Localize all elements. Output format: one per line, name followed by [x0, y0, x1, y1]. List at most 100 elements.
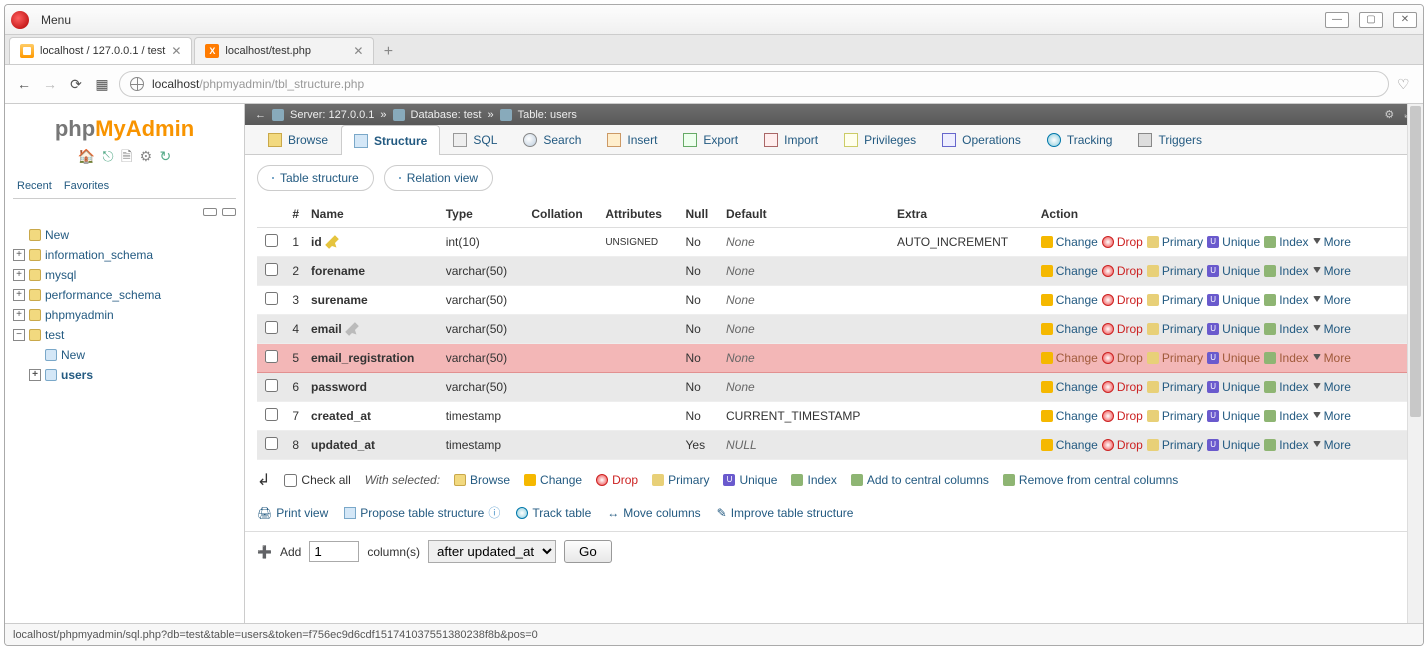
ws-unique[interactable]: UUnique	[723, 473, 777, 487]
ws-change[interactable]: Change	[524, 473, 582, 487]
action-primary[interactable]: Primary	[1147, 293, 1203, 307]
action-more[interactable]: More	[1313, 380, 1351, 394]
action-index[interactable]: Index	[1264, 264, 1308, 278]
tab-structure[interactable]: Structure	[341, 125, 440, 155]
action-primary[interactable]: Primary	[1147, 351, 1203, 365]
tab-operations[interactable]: Operations	[929, 125, 1034, 154]
action-drop[interactable]: Drop	[1102, 293, 1143, 307]
tree-new[interactable]: New	[13, 225, 236, 245]
logout-icon[interactable]: ⎋	[103, 148, 114, 164]
propose-structure[interactable]: Propose table structure ⓘ	[344, 504, 500, 521]
reload-icon[interactable]: ↻	[159, 148, 171, 164]
tab-export[interactable]: Export	[670, 125, 751, 154]
action-change[interactable]: Change	[1041, 322, 1098, 336]
action-more[interactable]: More	[1313, 409, 1351, 423]
action-unique[interactable]: UUnique	[1207, 264, 1260, 278]
row-checkbox[interactable]	[265, 263, 278, 276]
track-table[interactable]: Track table	[516, 504, 591, 521]
bc-database[interactable]: Database: test	[411, 109, 482, 121]
gear-icon[interactable]: ⚙	[1384, 108, 1394, 121]
action-change[interactable]: Change	[1041, 293, 1098, 307]
action-drop[interactable]: Drop	[1102, 264, 1143, 278]
action-drop[interactable]: Drop	[1102, 351, 1143, 365]
back-button[interactable]: ←	[15, 75, 33, 93]
improve-structure[interactable]: ✎ Improve table structure	[717, 504, 854, 521]
link-icon[interactable]	[222, 208, 236, 216]
ws-remove-central[interactable]: Remove from central columns	[1003, 473, 1178, 487]
tab-triggers[interactable]: Triggers	[1125, 125, 1215, 154]
subtab-table-structure[interactable]: Table structure	[257, 165, 374, 191]
subtab-relation-view[interactable]: Relation view	[384, 165, 493, 191]
row-checkbox[interactable]	[265, 234, 278, 247]
action-change[interactable]: Change	[1041, 351, 1098, 365]
browser-tab[interactable]: X localhost/test.php ✕	[194, 37, 374, 64]
maximize-button[interactable]: ▢	[1359, 12, 1383, 28]
action-unique[interactable]: UUnique	[1207, 438, 1260, 452]
row-checkbox[interactable]	[265, 379, 278, 392]
action-unique[interactable]: UUnique	[1207, 409, 1260, 423]
tab-tracking[interactable]: Tracking	[1034, 125, 1126, 154]
tree-db[interactable]: +information_schema	[13, 245, 236, 265]
tree-db[interactable]: +mysql	[13, 265, 236, 285]
move-columns[interactable]: ↔ Move columns	[607, 504, 700, 521]
action-drop[interactable]: Drop	[1102, 409, 1143, 423]
tab-privileges[interactable]: Privileges	[831, 125, 929, 154]
action-more[interactable]: More	[1313, 235, 1351, 249]
settings-icon[interactable]: ⚙	[140, 148, 153, 164]
bc-table[interactable]: Table: users	[518, 109, 577, 121]
action-unique[interactable]: UUnique	[1207, 322, 1260, 336]
add-position-select[interactable]: after updated_at	[428, 540, 556, 563]
action-unique[interactable]: UUnique	[1207, 293, 1260, 307]
go-button[interactable]: Go	[564, 540, 612, 563]
tree-new-table[interactable]: New	[13, 345, 236, 365]
ws-index[interactable]: Index	[791, 473, 836, 487]
bc-server[interactable]: Server: 127.0.0.1	[290, 109, 374, 121]
action-change[interactable]: Change	[1041, 438, 1098, 452]
forward-button[interactable]: →	[41, 75, 59, 93]
bookmark-icon[interactable]: ♡	[1397, 76, 1413, 92]
browser-tab-active[interactable]: localhost / 127.0.0.1 / test ✕	[9, 37, 192, 64]
ws-primary[interactable]: Primary	[652, 473, 709, 487]
action-index[interactable]: Index	[1264, 235, 1308, 249]
reload-button[interactable]: ⟳	[67, 75, 85, 93]
action-more[interactable]: More	[1313, 322, 1351, 336]
action-unique[interactable]: UUnique	[1207, 351, 1260, 365]
action-more[interactable]: More	[1313, 351, 1351, 365]
tab-favorites[interactable]: Favorites	[60, 178, 113, 194]
add-count-input[interactable]	[309, 541, 359, 562]
row-checkbox[interactable]	[265, 408, 278, 421]
tree-db[interactable]: +phpmyadmin	[13, 305, 236, 325]
sql-icon[interactable]: 🗎	[121, 148, 132, 164]
row-checkbox[interactable]	[265, 350, 278, 363]
home-icon[interactable]: 🏠	[78, 148, 95, 164]
tab-sql[interactable]: SQL	[440, 125, 510, 154]
action-change[interactable]: Change	[1041, 409, 1098, 423]
vertical-scrollbar[interactable]	[1407, 104, 1423, 623]
tree-table-users[interactable]: +users	[13, 365, 236, 385]
action-index[interactable]: Index	[1264, 380, 1308, 394]
check-all[interactable]: Check all	[284, 473, 350, 487]
url-field[interactable]: localhost/phpmyadmin/tbl_structure.php	[119, 71, 1389, 97]
ws-add-central[interactable]: Add to central columns	[851, 473, 989, 487]
ws-browse[interactable]: Browse	[454, 473, 510, 487]
action-unique[interactable]: UUnique	[1207, 380, 1260, 394]
action-primary[interactable]: Primary	[1147, 380, 1203, 394]
ws-drop[interactable]: Drop	[596, 473, 638, 487]
action-drop[interactable]: Drop	[1102, 438, 1143, 452]
tab-search[interactable]: Search	[510, 125, 594, 154]
tree-db[interactable]: +performance_schema	[13, 285, 236, 305]
action-index[interactable]: Index	[1264, 293, 1308, 307]
tab-browse[interactable]: Browse	[255, 125, 341, 154]
minimize-button[interactable]: —	[1325, 12, 1349, 28]
speed-dial-icon[interactable]: ▦	[93, 75, 111, 93]
action-index[interactable]: Index	[1264, 322, 1308, 336]
action-primary[interactable]: Primary	[1147, 438, 1203, 452]
tab-close-icon[interactable]: ✕	[171, 44, 181, 58]
action-index[interactable]: Index	[1264, 438, 1308, 452]
close-button[interactable]: ✕	[1393, 12, 1417, 28]
print-view[interactable]: 🖨 Print view	[257, 504, 328, 521]
action-index[interactable]: Index	[1264, 351, 1308, 365]
tab-insert[interactable]: Insert	[594, 125, 670, 154]
row-checkbox[interactable]	[265, 292, 278, 305]
action-primary[interactable]: Primary	[1147, 322, 1203, 336]
